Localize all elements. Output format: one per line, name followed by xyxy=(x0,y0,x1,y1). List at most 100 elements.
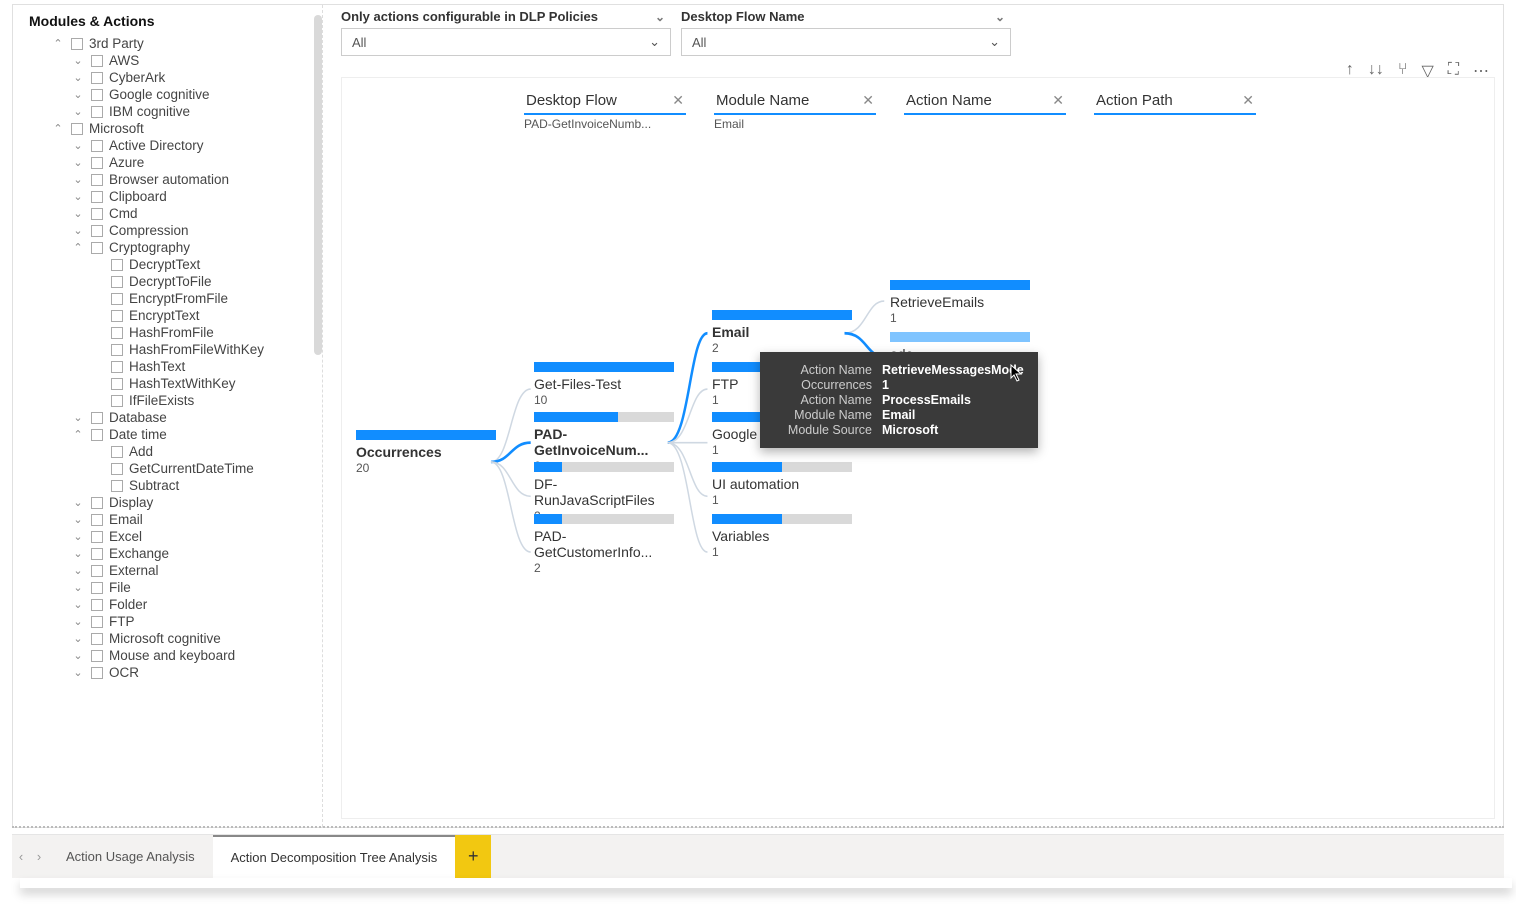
checkbox[interactable] xyxy=(111,344,123,356)
checkbox[interactable] xyxy=(111,480,123,492)
tree-item[interactable]: EncryptFromFile xyxy=(29,290,314,307)
close-icon[interactable]: ✕ xyxy=(1242,92,1254,109)
dimension-header[interactable]: Action Name✕ xyxy=(904,88,1066,115)
chevron-down-icon[interactable]: ⌄ xyxy=(71,598,85,611)
tab-add-page[interactable]: + xyxy=(455,835,491,878)
checkbox[interactable] xyxy=(91,599,103,611)
tree-item[interactable]: IfFileExists xyxy=(29,392,314,409)
report-tab[interactable]: Action Usage Analysis xyxy=(48,835,213,878)
chevron-down-icon[interactable]: ⌄ xyxy=(71,547,85,560)
tree-item[interactable]: DecryptToFile xyxy=(29,273,314,290)
tree-item[interactable]: ⌄AWS xyxy=(29,52,314,69)
chevron-down-icon[interactable]: ⌄ xyxy=(71,105,85,118)
tree-item[interactable]: ⌄Active Directory xyxy=(29,137,314,154)
dimension-header[interactable]: Desktop Flow✕ xyxy=(524,88,686,115)
dimension-header[interactable]: Module Name✕ xyxy=(714,88,876,115)
chevron-down-icon[interactable]: ⌄ xyxy=(71,564,85,577)
tree-node[interactable]: UI automation1 xyxy=(712,462,852,507)
chevron-down-icon[interactable]: ⌄ xyxy=(71,54,85,67)
checkbox[interactable] xyxy=(111,395,123,407)
tree-item[interactable]: ⌄Google cognitive xyxy=(29,86,314,103)
checkbox[interactable] xyxy=(111,463,123,475)
chevron-down-icon[interactable]: ⌄ xyxy=(71,411,85,424)
chevron-down-icon[interactable]: ⌄ xyxy=(71,615,85,628)
checkbox[interactable] xyxy=(111,310,123,322)
tree-item[interactable]: EncryptText xyxy=(29,307,314,324)
chevron-down-icon[interactable]: ⌄ xyxy=(71,71,85,84)
tree-item[interactable]: ⌄Microsoft cognitive xyxy=(29,630,314,647)
tree-item[interactable]: HashText xyxy=(29,358,314,375)
tree-item[interactable]: ⌃Cryptography xyxy=(29,239,314,256)
chevron-down-icon[interactable]: ⌄ xyxy=(71,496,85,509)
tree-node[interactable]: Variables1 xyxy=(712,514,852,559)
close-icon[interactable]: ✕ xyxy=(1052,92,1064,109)
tree-item[interactable]: Add xyxy=(29,443,314,460)
chevron-down-icon[interactable]: ⌄ xyxy=(71,530,85,543)
chevron-up-icon[interactable]: ⌃ xyxy=(71,241,85,254)
chevron-down-icon[interactable]: ⌄ xyxy=(71,173,85,186)
checkbox[interactable] xyxy=(91,429,103,441)
checkbox[interactable] xyxy=(91,89,103,101)
tree-item[interactable]: HashFromFileWithKey xyxy=(29,341,314,358)
tree-item[interactable]: ⌄Clipboard xyxy=(29,188,314,205)
checkbox[interactable] xyxy=(111,293,123,305)
tree-item[interactable]: ⌄Excel xyxy=(29,528,314,545)
checkbox[interactable] xyxy=(91,531,103,543)
tree-node[interactable]: RetrieveEmails1 xyxy=(890,280,1030,325)
tree-item[interactable]: ⌄External xyxy=(29,562,314,579)
tab-nav-prev[interactable]: ‹ xyxy=(12,835,30,878)
chevron-down-icon[interactable]: ⌄ xyxy=(655,10,671,24)
tree-item[interactable]: GetCurrentDateTime xyxy=(29,460,314,477)
checkbox[interactable] xyxy=(91,514,103,526)
tree-item[interactable]: ⌄OCR xyxy=(29,664,314,681)
checkbox[interactable] xyxy=(91,242,103,254)
modules-actions-panel[interactable]: Modules & Actions ⌃3rd Party⌄AWS⌄CyberAr… xyxy=(13,5,323,827)
chevron-down-icon[interactable]: ⌄ xyxy=(71,224,85,237)
tree-item[interactable]: DecryptText xyxy=(29,256,314,273)
filter-dlp-select[interactable]: All⌄ xyxy=(341,28,671,56)
checkbox[interactable] xyxy=(71,123,83,135)
checkbox[interactable] xyxy=(91,225,103,237)
tree-item[interactable]: ⌄Cmd xyxy=(29,205,314,222)
tree-item[interactable]: ⌄Folder xyxy=(29,596,314,613)
tree-item[interactable]: ⌄Email xyxy=(29,511,314,528)
tab-nav-next[interactable]: › xyxy=(30,835,48,878)
tree-item[interactable]: ⌄Mouse and keyboard xyxy=(29,647,314,664)
tree-item[interactable]: ⌄FTP xyxy=(29,613,314,630)
close-icon[interactable]: ✕ xyxy=(862,92,874,109)
checkbox[interactable] xyxy=(91,650,103,662)
tree-item[interactable]: ⌃Microsoft xyxy=(29,120,314,137)
chevron-up-icon[interactable]: ⌃ xyxy=(51,122,65,135)
tree-item[interactable]: HashTextWithKey xyxy=(29,375,314,392)
tree-item[interactable]: ⌄Exchange xyxy=(29,545,314,562)
chevron-up-icon[interactable]: ⌃ xyxy=(71,428,85,441)
tree-item[interactable]: HashFromFile xyxy=(29,324,314,341)
chevron-down-icon[interactable]: ⌄ xyxy=(71,649,85,662)
checkbox[interactable] xyxy=(111,378,123,390)
checkbox[interactable] xyxy=(91,412,103,424)
chevron-down-icon[interactable]: ⌄ xyxy=(71,581,85,594)
tree-item[interactable]: ⌄Display xyxy=(29,494,314,511)
tree-item[interactable]: ⌄IBM cognitive xyxy=(29,103,314,120)
chevron-down-icon[interactable]: ⌄ xyxy=(71,513,85,526)
chevron-down-icon[interactable]: ⌄ xyxy=(71,139,85,152)
tree-item[interactable]: ⌄Compression xyxy=(29,222,314,239)
checkbox[interactable] xyxy=(111,361,123,373)
checkbox[interactable] xyxy=(111,276,123,288)
checkbox[interactable] xyxy=(91,106,103,118)
checkbox[interactable] xyxy=(91,72,103,84)
chevron-down-icon[interactable]: ⌄ xyxy=(995,10,1011,24)
checkbox[interactable] xyxy=(91,616,103,628)
checkbox[interactable] xyxy=(91,55,103,67)
dimension-header[interactable]: Action Path✕ xyxy=(1094,88,1256,115)
checkbox[interactable] xyxy=(91,582,103,594)
chevron-up-icon[interactable]: ⌃ xyxy=(51,37,65,50)
checkbox[interactable] xyxy=(91,667,103,679)
tree-node[interactable]: PAD-GetCustomerInfo...2 xyxy=(534,514,674,575)
checkbox[interactable] xyxy=(71,38,83,50)
checkbox[interactable] xyxy=(91,191,103,203)
checkbox[interactable] xyxy=(91,565,103,577)
tree-item[interactable]: ⌃Date time xyxy=(29,426,314,443)
chevron-down-icon[interactable]: ⌄ xyxy=(71,666,85,679)
tree-item[interactable]: ⌃3rd Party xyxy=(29,35,314,52)
